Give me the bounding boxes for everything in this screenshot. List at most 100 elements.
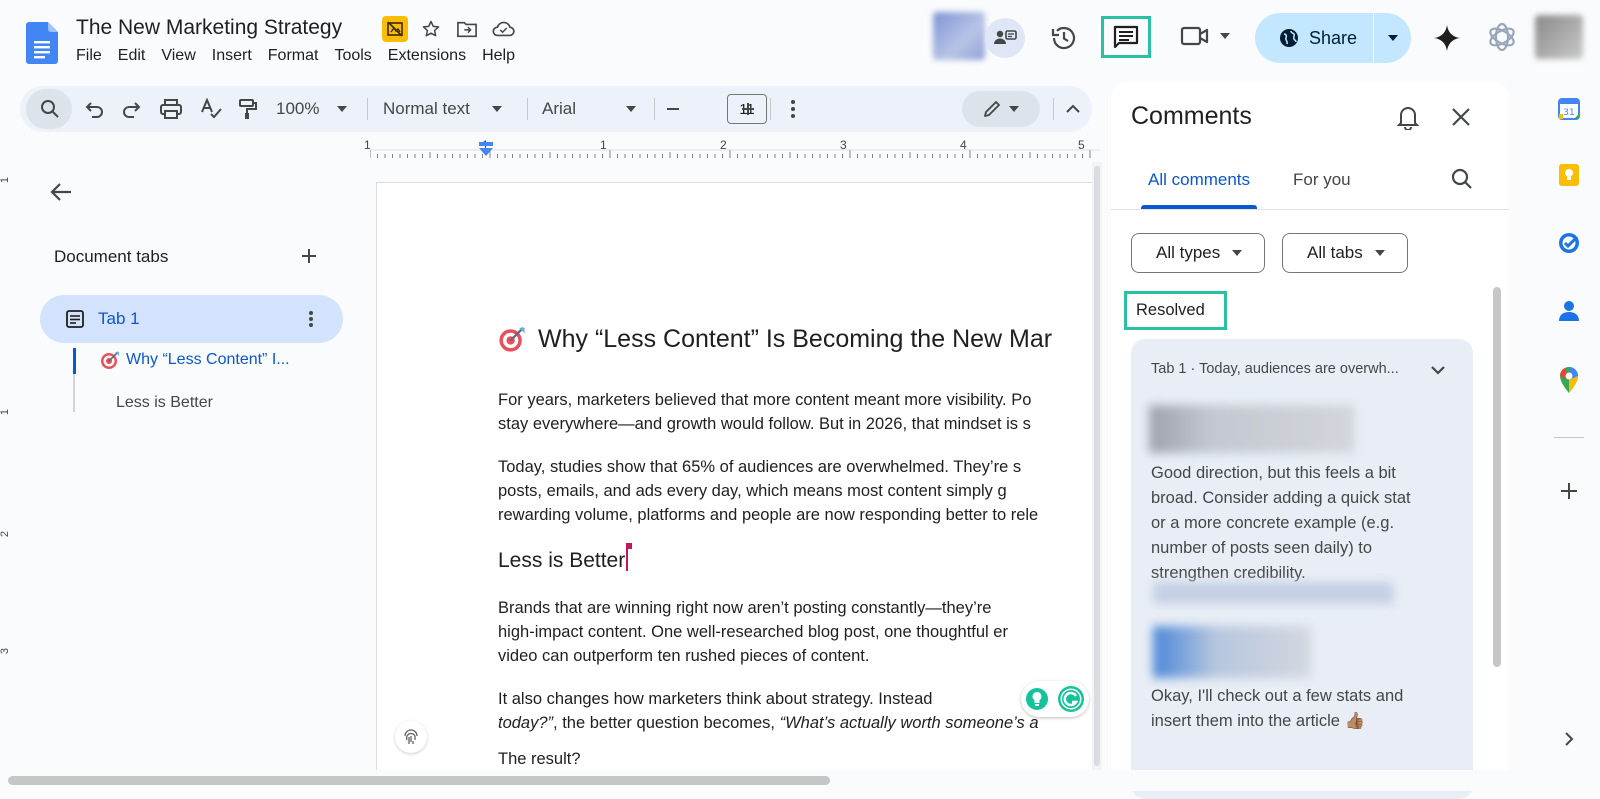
document-page[interactable]: Why “Less Content” Is Becoming the New M… [376,182,1092,772]
chevron-down-icon [1009,106,1019,112]
docs-logo-icon[interactable] [26,22,58,64]
page-scrollbar-thumb[interactable] [1094,166,1100,766]
chevron-down-icon [1232,250,1243,256]
no-sync-icon[interactable] [382,16,408,42]
page-scrollbar-track[interactable] [1092,162,1102,774]
editing-mode-button[interactable] [962,91,1040,127]
tab-label: Tab 1 [98,309,140,328]
zoom-select[interactable]: 100% [276,86,348,132]
increase-font-size-button[interactable] [740,86,756,132]
search-icon[interactable] [1451,168,1473,195]
undo-icon[interactable] [84,86,104,132]
close-icon[interactable] [1451,107,1471,132]
share-button[interactable]: Share [1255,13,1411,63]
move-folder-icon[interactable] [454,16,480,42]
ruler-label: 2 [720,138,727,152]
tab-1[interactable]: Tab 1 [40,295,343,343]
account-avatar[interactable] [1535,15,1583,59]
menu-file[interactable]: File [76,47,109,65]
paragraph-line: posts, emails, and ads every day, which … [498,482,1007,500]
print-icon[interactable] [160,86,182,132]
horizontal-ruler[interactable]: 1 1 1 2 3 4 5 [364,138,1100,160]
paint-format-icon[interactable] [238,86,258,132]
comment-body: Good direction, but this feels a bit bro… [1151,464,1411,582]
calendar-icon[interactable]: 31 [1554,94,1584,124]
paragraph-line: Brands that are winning right now aren’t… [498,599,992,617]
grammarly-widget[interactable] [1021,681,1089,717]
ruler-label: 4 [960,138,967,152]
indent-marker-icon[interactable] [478,142,494,156]
menu-extensions[interactable]: Extensions [388,47,473,65]
side-panel-rail: 31 [1540,82,1600,791]
decrease-font-size-button[interactable] [665,86,681,132]
tab-options-icon[interactable] [308,310,314,328]
globe-icon [1280,29,1298,47]
add-tab-icon[interactable] [301,248,317,269]
tab-for-you[interactable]: For you [1293,170,1351,190]
tab-all-comments[interactable]: All comments [1148,170,1250,190]
cloud-saved-icon[interactable] [490,16,516,42]
zoom-value: 100% [276,99,320,118]
maps-icon[interactable] [1554,365,1584,395]
font-select[interactable]: Arial [542,86,637,132]
outline-item-heading[interactable]: Why “Less Content” I... [100,350,290,370]
comment-thread[interactable]: Tab 1 · Today, audiences are overwh... G… [1131,339,1473,799]
style-select[interactable]: Normal text [383,86,502,132]
meet-button[interactable] [1180,24,1230,48]
style-value: Normal text [383,99,470,118]
share-dropdown[interactable] [1374,35,1411,41]
collaborator-avatar[interactable] [933,12,985,60]
more-options-icon[interactable] [790,86,796,132]
star-icon[interactable] [418,16,444,42]
keep-icon[interactable] [1554,160,1584,190]
document-heading[interactable]: Why “Less Content” Is Becoming the New M… [498,325,1052,353]
comments-button[interactable] [1101,16,1151,58]
menu-view[interactable]: View [161,47,202,65]
gemini-icon[interactable] [1427,18,1467,58]
ruler-label: 1 [364,138,371,152]
subheading[interactable]: Less is Better [498,543,633,573]
search-icon[interactable] [40,86,60,132]
back-arrow-icon[interactable] [50,182,72,207]
outline-item-subheading[interactable]: Less is Better [116,394,213,412]
menu-tools[interactable]: Tools [334,47,378,65]
menu-edit[interactable]: Edit [118,47,153,65]
share-label: Share [1309,27,1358,48]
comments-scrollbar[interactable] [1493,287,1501,667]
menu-help[interactable]: Help [482,47,522,65]
version-history-icon[interactable] [1044,18,1084,58]
bell-icon[interactable] [1396,104,1420,135]
target-icon [101,351,119,369]
add-addon-icon[interactable] [1554,476,1584,506]
menu-format[interactable]: Format [268,47,326,65]
filter-all-tabs[interactable]: All tabs [1282,233,1408,273]
redo-icon[interactable] [122,86,142,132]
paragraph-line: video can outperform ten rushed pieces o… [498,647,870,665]
resolved-label[interactable]: Resolved [1124,291,1227,330]
contacts-icon[interactable] [1554,296,1584,326]
commenter-avatar [1153,626,1311,678]
vertical-ruler[interactable]: 1 1 2 3 [0,160,18,760]
subheading-text: Less is Better [498,549,626,572]
comment-icon [1113,25,1139,49]
document-title[interactable]: The New Marketing Strategy [76,16,342,40]
target-icon [499,327,525,352]
chevron-down-icon [1220,33,1230,39]
chat-users-icon[interactable] [985,18,1025,58]
menu-bar: File Edit View Insert Format Tools Exten… [76,47,531,65]
document-tabs-panel: Document tabs Tab 1 Why “Less Content” I… [20,160,368,774]
menu-insert[interactable]: Insert [212,47,259,65]
tasks-icon[interactable] [1554,228,1584,258]
plus-icon [742,103,754,115]
fingerprint-icon[interactable] [395,721,427,753]
ai-assistant-icon[interactable] [1482,17,1522,57]
expand-panel-icon[interactable] [1554,724,1584,754]
horizontal-scrollbar[interactable] [8,776,830,785]
hide-menus-icon[interactable] [1066,86,1080,132]
spellcheck-icon[interactable] [200,86,222,132]
cursor-caret [626,543,633,571]
document-icon [66,310,84,328]
filter-all-types[interactable]: All types [1131,233,1266,273]
chevron-down-icon[interactable] [1431,365,1445,375]
chevron-down-icon [626,106,637,112]
